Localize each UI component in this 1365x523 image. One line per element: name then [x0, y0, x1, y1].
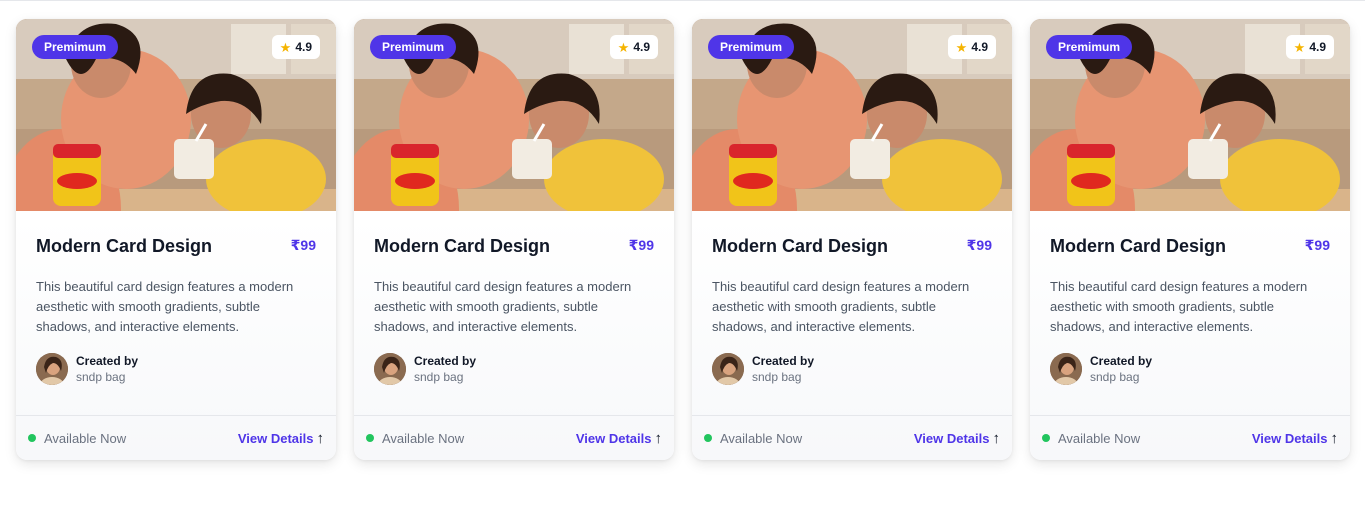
created-by-label: Created by — [76, 354, 139, 368]
availability-status: Available Now — [704, 431, 802, 446]
card-footer: Available Now View Details ↑ — [354, 415, 674, 460]
card-price: ₹99 — [290, 237, 316, 253]
card-footer: Available Now View Details ↑ — [1030, 415, 1350, 460]
status-dot-icon — [28, 434, 36, 442]
view-details-label[interactable]: View Details — [238, 431, 314, 446]
status-dot-icon — [366, 434, 374, 442]
card-description: This beautiful card design features a mo… — [712, 279, 970, 334]
premium-badge: Premimum — [32, 35, 119, 59]
creator-name: sndp bag — [752, 370, 802, 384]
card-price: ₹99 — [966, 237, 992, 253]
card-price: ₹99 — [628, 237, 654, 253]
card-image[interactable]: Premimum ★ 4.9 — [692, 19, 1012, 211]
avatar-photo-icon — [712, 353, 744, 385]
avatar — [36, 353, 68, 385]
card-image[interactable]: Premimum ★ 4.9 — [1030, 19, 1350, 211]
card-title: Modern Card Design — [36, 236, 213, 256]
view-details-link[interactable]: View Details ↑ — [576, 431, 662, 446]
card-footer: Available Now View Details ↑ — [692, 415, 1012, 460]
title-row: Modern Card Design ₹99 — [374, 235, 654, 265]
title-row: Modern Card Design ₹99 — [36, 235, 316, 265]
star-icon: ★ — [955, 39, 968, 55]
created-by-label: Created by — [1090, 354, 1153, 368]
card-description: This beautiful card design features a mo… — [374, 279, 632, 334]
availability-status: Available Now — [1042, 431, 1140, 446]
card-grid: Premimum ★ 4.9 Modern Card Design ₹99 Th… — [16, 19, 1350, 460]
view-details-label[interactable]: View Details — [914, 431, 990, 446]
product-card[interactable]: Premimum ★ 4.9 Modern Card Design ₹99 Th… — [354, 19, 674, 460]
rating-value: 4.9 — [1309, 40, 1326, 54]
card-title: Modern Card Design — [1050, 236, 1227, 256]
status-dot-icon — [1042, 434, 1050, 442]
rating-value: 4.9 — [295, 40, 312, 54]
premium-badge: Premimum — [370, 35, 457, 59]
creator-name: sndp bag — [1090, 370, 1140, 384]
creator-name: sndp bag — [414, 370, 464, 384]
rating-value: 4.9 — [971, 40, 988, 54]
rating-badge: ★ 4.9 — [1285, 35, 1334, 59]
rating-value: 4.9 — [633, 40, 650, 54]
arrow-up-icon[interactable]: ↑ — [655, 431, 663, 446]
avatar — [712, 353, 744, 385]
card-body: Modern Card Design ₹99 This beautiful ca… — [354, 211, 674, 385]
status-text: Available Now — [44, 430, 127, 446]
status-text: Available Now — [720, 430, 803, 446]
status-text: Available Now — [1058, 430, 1141, 446]
card-body: Modern Card Design ₹99 This beautiful ca… — [16, 211, 336, 385]
arrow-up-icon[interactable]: ↑ — [317, 431, 325, 446]
top-divider — [0, 0, 1365, 1]
premium-badge: Premimum — [708, 35, 795, 59]
rating-badge: ★ 4.9 — [271, 35, 320, 59]
creator-info: Created by sndp bag — [374, 353, 654, 385]
premium-badge: Premimum — [1046, 35, 1133, 59]
view-details-link[interactable]: View Details ↑ — [1252, 431, 1338, 446]
creator-info: Created by sndp bag — [712, 353, 992, 385]
rating-badge: ★ 4.9 — [609, 35, 658, 59]
card-price: ₹99 — [1304, 237, 1330, 253]
view-details-label[interactable]: View Details — [576, 431, 652, 446]
rating-badge: ★ 4.9 — [947, 35, 996, 59]
product-card[interactable]: Premimum ★ 4.9 Modern Card Design ₹99 Th… — [16, 19, 336, 460]
arrow-up-icon[interactable]: ↑ — [1331, 431, 1339, 446]
star-icon: ★ — [279, 39, 292, 55]
card-title: Modern Card Design — [712, 236, 889, 256]
avatar-photo-icon — [36, 353, 68, 385]
created-by-label: Created by — [752, 354, 815, 368]
title-row: Modern Card Design ₹99 — [1050, 235, 1330, 265]
card-description: This beautiful card design features a mo… — [1050, 279, 1308, 334]
avatar — [374, 353, 406, 385]
card-body: Modern Card Design ₹99 This beautiful ca… — [1030, 211, 1350, 385]
view-details-label[interactable]: View Details — [1252, 431, 1328, 446]
status-dot-icon — [704, 434, 712, 442]
card-body: Modern Card Design ₹99 This beautiful ca… — [692, 211, 1012, 385]
card-image[interactable]: Premimum ★ 4.9 — [354, 19, 674, 211]
avatar-photo-icon — [1050, 353, 1082, 385]
card-title: Modern Card Design — [374, 236, 551, 256]
creator-name: sndp bag — [76, 370, 126, 384]
created-by-label: Created by — [414, 354, 477, 368]
creator-info: Created by sndp bag — [1050, 353, 1330, 385]
star-icon: ★ — [1293, 39, 1306, 55]
arrow-up-icon[interactable]: ↑ — [993, 431, 1001, 446]
view-details-link[interactable]: View Details ↑ — [238, 431, 324, 446]
avatar — [1050, 353, 1082, 385]
availability-status: Available Now — [366, 431, 464, 446]
avatar-photo-icon — [374, 353, 406, 385]
title-row: Modern Card Design ₹99 — [712, 235, 992, 265]
card-image[interactable]: Premimum ★ 4.9 — [16, 19, 336, 211]
product-card[interactable]: Premimum ★ 4.9 Modern Card Design ₹99 Th… — [692, 19, 1012, 460]
availability-status: Available Now — [28, 431, 126, 446]
star-icon: ★ — [617, 39, 630, 55]
product-card[interactable]: Premimum ★ 4.9 Modern Card Design ₹99 Th… — [1030, 19, 1350, 460]
card-description: This beautiful card design features a mo… — [36, 279, 294, 334]
view-details-link[interactable]: View Details ↑ — [914, 431, 1000, 446]
status-text: Available Now — [382, 430, 465, 446]
creator-info: Created by sndp bag — [36, 353, 316, 385]
card-footer: Available Now View Details ↑ — [16, 415, 336, 460]
